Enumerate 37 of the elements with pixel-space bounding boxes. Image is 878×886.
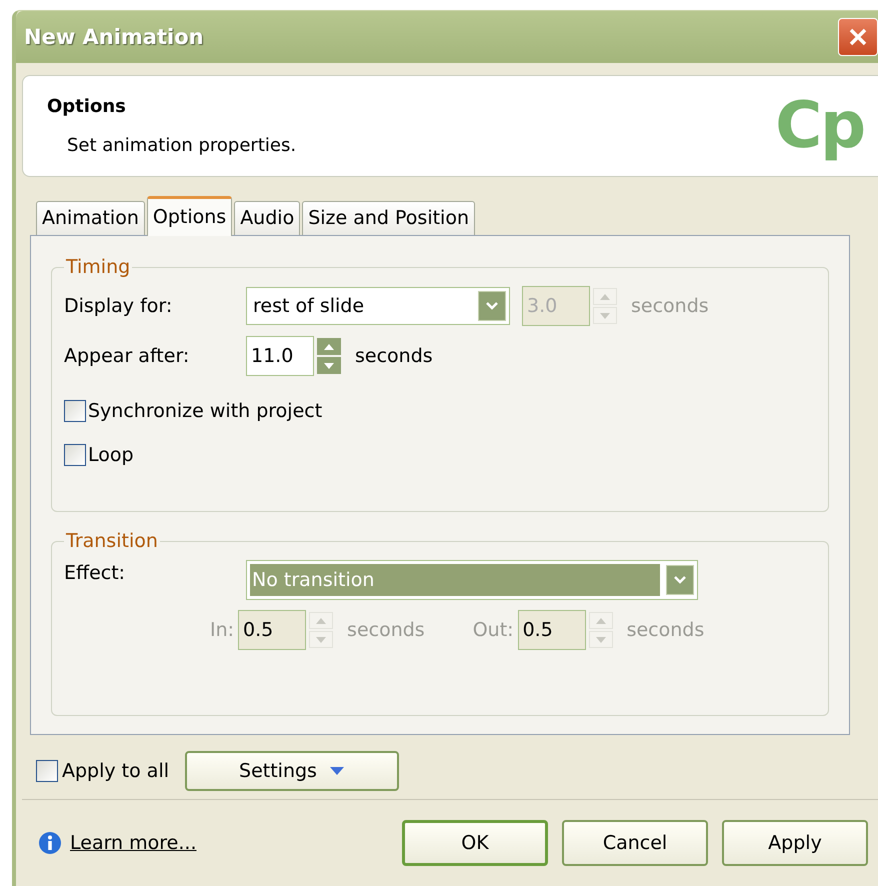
unit-label: seconds xyxy=(355,345,433,367)
unit-label: seconds xyxy=(631,295,709,317)
tab[interactable]: Size and Position xyxy=(302,201,476,235)
header-subtitle: Set animation properties. xyxy=(66,135,298,156)
dialog-button[interactable]: Apply xyxy=(722,820,868,866)
checkbox[interactable] xyxy=(64,400,86,422)
group-legend: Timing xyxy=(64,256,132,278)
unit-label: seconds xyxy=(347,619,425,641)
field-label: Appear after: xyxy=(64,345,190,367)
checkbox-label: Synchronize with project xyxy=(88,400,322,422)
settings-button[interactable]: Settings xyxy=(185,751,399,791)
window-title: New Animation xyxy=(24,25,205,49)
tab[interactable]: Audio xyxy=(234,201,300,235)
logo: Cp xyxy=(775,89,864,163)
dropdown-triangle-icon xyxy=(328,766,345,776)
close-icon xyxy=(847,26,869,48)
header-title: Options xyxy=(47,96,127,117)
field-label: Display for: xyxy=(64,295,174,317)
checkbox[interactable] xyxy=(36,760,58,782)
info-icon xyxy=(38,831,62,855)
dialog-button[interactable]: OK xyxy=(402,820,548,866)
checkbox-label: Loop xyxy=(88,444,134,466)
close-button[interactable] xyxy=(838,18,878,56)
group-legend: Transition xyxy=(64,530,160,552)
tab[interactable]: Options xyxy=(146,196,232,236)
learn-more-link[interactable]: Learn more... xyxy=(70,832,196,854)
spinner-arrows-icon[interactable] xyxy=(317,338,341,374)
dialog-button[interactable]: Cancel xyxy=(562,820,708,866)
unit-label: seconds xyxy=(626,619,704,641)
checkbox[interactable] xyxy=(64,444,86,466)
field-label: Out: xyxy=(472,619,514,641)
field-label: Effect: xyxy=(64,561,126,584)
field-label: In: xyxy=(210,619,234,641)
checkbox-label: Apply to all xyxy=(62,760,169,782)
tab[interactable]: Animation xyxy=(36,201,145,235)
display-dropdown[interactable]: rest of slide xyxy=(246,287,510,325)
spinner-field[interactable]: 11.0 xyxy=(246,336,314,376)
